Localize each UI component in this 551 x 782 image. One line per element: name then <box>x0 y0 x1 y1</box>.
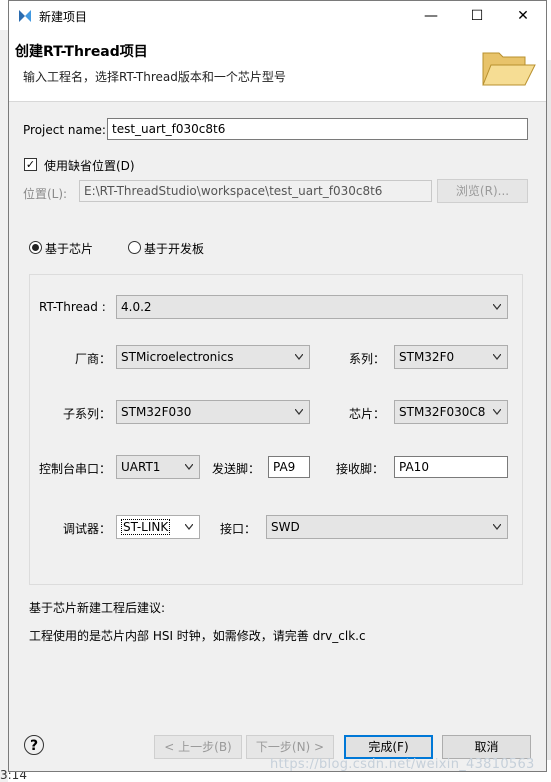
chevron-down-icon <box>493 354 501 360</box>
new-project-dialog: 新建项目 — ☐ ✕ 创建RT-Thread项目 输入工程名，选择RT-Thre… <box>8 0 547 772</box>
based-on-chip-label: 基于芯片 <box>45 242 94 256</box>
open-folder-icon <box>482 52 536 86</box>
back-button[interactable]: < 上一步(B) <box>154 735 242 759</box>
project-name-input[interactable]: test_uart_f030c8t6 <box>107 118 528 140</box>
vendor-value: STMicroelectronics <box>121 350 234 364</box>
maximize-button[interactable]: ☐ <box>454 1 500 31</box>
chevron-down-icon <box>295 409 303 415</box>
use-default-location-checkbox[interactable]: ✓ <box>24 158 37 171</box>
rtthread-version-value: 4.0.2 <box>121 300 152 314</box>
console-uart-value: UART1 <box>121 460 161 474</box>
interface-value: SWD <box>271 520 300 534</box>
chip-label: 芯片： <box>349 407 386 421</box>
help-icon[interactable]: ? <box>24 735 44 755</box>
rx-pin-input[interactable]: PA10 <box>394 456 508 478</box>
debugger-select[interactable]: ST-LINK <box>116 515 200 539</box>
subseries-select[interactable]: STM32F030 <box>116 400 310 424</box>
based-on-chip-radio[interactable] <box>29 241 42 254</box>
debugger-value: ST-LINK <box>121 519 171 535</box>
console-uart-select[interactable]: UART1 <box>116 455 200 479</box>
series-select[interactable]: STM32F0 <box>394 345 508 369</box>
tx-pin-label: 发送脚： <box>212 462 261 476</box>
series-label: 系列： <box>349 352 386 366</box>
rtthread-version-label: RT-Thread : <box>39 300 106 314</box>
minimize-button[interactable]: — <box>408 1 454 31</box>
series-value: STM32F0 <box>399 350 455 364</box>
vendor-label: 厂商： <box>75 352 112 366</box>
location-input[interactable]: E:\RT-ThreadStudio\workspace\test_uart_f… <box>79 180 432 202</box>
background-window-right-edge <box>547 60 551 760</box>
based-on-board-label: 基于开发板 <box>144 242 205 256</box>
wizard-title: 创建RT-Thread项目 <box>15 44 148 60</box>
chevron-down-icon <box>493 524 501 530</box>
chevron-down-icon <box>295 354 303 360</box>
subseries-label: 子系列： <box>63 407 112 421</box>
suggestion-text: 工程使用的是芯片内部 HSI 时钟，如需修改，请完善 drv_clk.c <box>29 629 366 643</box>
use-default-location-label: 使用缺省位置(D) <box>44 159 135 173</box>
chevron-down-icon <box>185 524 193 530</box>
project-name-label: Project name: <box>23 123 106 137</box>
subseries-value: STM32F030 <box>121 405 192 419</box>
next-button[interactable]: 下一步(N) > <box>246 735 334 759</box>
console-uart-label: 控制台串口： <box>39 462 112 476</box>
debugger-label: 调试器： <box>63 522 112 536</box>
window-title: 新建项目 <box>39 10 88 24</box>
browse-button[interactable]: 浏览(R)... <box>437 179 528 203</box>
wizard-header: 创建RT-Thread项目 输入工程名，选择RT-Thread版本和一个芯片型号 <box>9 31 546 102</box>
suggestion-title: 基于芯片新建工程后建议: <box>29 601 166 615</box>
chip-value: STM32F030C8 <box>399 405 486 419</box>
location-label: 位置(L): <box>23 187 68 201</box>
chevron-down-icon <box>185 464 193 470</box>
rt-thread-app-icon <box>19 10 31 22</box>
chevron-down-icon <box>493 304 501 310</box>
based-on-board-radio[interactable] <box>128 241 141 254</box>
rx-pin-label: 接收脚： <box>336 462 385 476</box>
interface-label: 接口： <box>220 522 257 536</box>
cancel-button[interactable]: 取消 <box>442 735 531 759</box>
tx-pin-input[interactable]: PA9 <box>268 456 310 478</box>
background-window-edge <box>0 30 8 782</box>
wizard-description: 输入工程名，选择RT-Thread版本和一个芯片型号 <box>23 70 286 84</box>
chevron-down-icon <box>493 409 501 415</box>
finish-button[interactable]: 完成(F) <box>344 735 433 759</box>
title-bar[interactable]: 新建项目 — ☐ ✕ <box>9 1 546 31</box>
interface-select[interactable]: SWD <box>266 515 508 539</box>
rtthread-version-select[interactable]: 4.0.2 <box>116 295 508 319</box>
vendor-select[interactable]: STMicroelectronics <box>116 345 310 369</box>
close-button[interactable]: ✕ <box>500 1 546 31</box>
chip-select[interactable]: STM32F030C8 <box>394 400 508 424</box>
watermark: https://blog.csdn.net/weixin_43810563 <box>270 757 535 772</box>
